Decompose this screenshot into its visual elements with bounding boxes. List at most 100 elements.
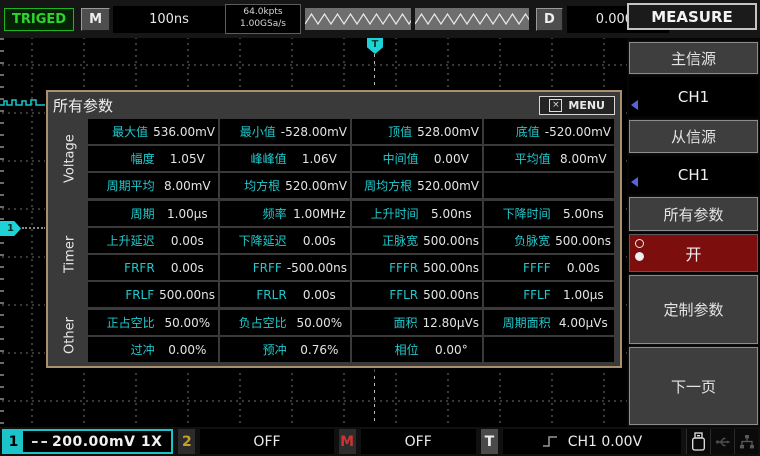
measure-cell: FFLR500.00ns	[352, 282, 482, 307]
measure-value: 8.00mV	[556, 152, 611, 166]
channel1-level-marker[interactable]: 1	[0, 221, 21, 236]
measure-label: FFLF	[487, 288, 556, 302]
channel1-scale: 200.00mV 1X	[52, 434, 162, 450]
measure-cell: FRLR0.00s	[220, 282, 350, 307]
measure-cell: 上升延迟0.00s	[88, 228, 218, 253]
channel1-status[interactable]: 1 200.00mV 1X	[2, 429, 173, 454]
measure-label: 频率	[223, 205, 292, 222]
horizontal-mode-button[interactable]: M	[81, 8, 110, 31]
measure-label: 均方根	[223, 177, 285, 194]
measure-cell: 最小值-528.00mV	[220, 119, 350, 144]
measure-label: 下降时间	[487, 205, 556, 222]
trigger-badge[interactable]: T	[481, 429, 498, 454]
measure-label: 中间值	[355, 150, 424, 167]
measure-cell: 负占空比50.00%	[220, 310, 350, 335]
measure-value: 0.76%	[292, 343, 347, 357]
measure-cell: 周期1.00μs	[88, 201, 218, 226]
trigger-status[interactable]: CH1 0.00V	[503, 429, 681, 454]
measure-value: -500.00ns	[287, 261, 347, 275]
menu-main-source-value[interactable]: CH1	[629, 77, 758, 117]
measure-cell: 下降时间5.00ns	[484, 201, 614, 226]
top-status-bar: TRIGED M 100ns 64.0kpts 1.00GSa/s D 0.00…	[0, 0, 760, 38]
measure-label: FFFF	[487, 261, 556, 275]
menu-all-params-button[interactable]: 所有参数	[629, 197, 758, 231]
menu-next-page-button[interactable]: 下一页	[629, 347, 758, 425]
measure-cell: 最大值536.00mV	[88, 119, 218, 144]
chevron-left-icon	[631, 177, 638, 187]
measure-label: FRFF	[223, 261, 287, 275]
menu-slave-source-value[interactable]: CH1	[629, 156, 758, 194]
menu-main-source-button[interactable]: 主信源	[629, 42, 758, 74]
measure-value: 0.00°	[424, 343, 479, 357]
trigger-status-badge: TRIGED	[4, 8, 74, 31]
math-badge[interactable]: M	[339, 429, 356, 454]
measure-cell: 中间值0.00V	[352, 146, 482, 171]
measure-cell: FFLF1.00μs	[484, 282, 614, 307]
measure-cell: FFFF0.00s	[484, 255, 614, 280]
measure-value: 50.00%	[292, 316, 347, 330]
measure-label: 峰峰值	[223, 150, 292, 167]
measure-label: 周期平均	[91, 177, 160, 194]
lan-icon	[734, 429, 758, 454]
menu-all-params-state[interactable]: 开	[629, 234, 758, 272]
measure-label: 正占空比	[91, 314, 160, 331]
channel2-badge[interactable]: 2	[178, 429, 195, 454]
measure-value: 0.00s	[160, 261, 215, 275]
waveform-preview-left	[305, 8, 411, 30]
measure-label: FFFR	[355, 261, 423, 275]
measure-cell	[484, 173, 614, 198]
measure-cell: FFFR500.00ns	[352, 255, 482, 280]
measure-cell: 顶值528.00mV	[352, 119, 482, 144]
measure-label: 最小值	[223, 123, 281, 140]
measure-label: 幅度	[91, 150, 160, 167]
measure-label: 平均值	[487, 150, 556, 167]
measure-label: 周期	[91, 205, 160, 222]
measure-value: -528.00mV	[281, 125, 347, 139]
measure-cell: 下降延迟0.00s	[220, 228, 350, 253]
measure-section: Timer周期1.00μs频率1.00MHz上升时间5.00ns下降时间5.00…	[54, 201, 614, 307]
measure-value: 0.00s	[292, 288, 347, 302]
delay-button[interactable]: D	[536, 8, 563, 31]
channel2-status[interactable]: OFF	[200, 429, 333, 454]
bottom-status-bar: 1 200.00mV 1X 2 OFF M OFF T CH1 0.00V	[0, 427, 760, 456]
measure-value: 0.00%	[160, 343, 215, 357]
measure-cell: 过冲0.00%	[88, 337, 218, 362]
dialog-title: 所有参数	[53, 95, 113, 116]
usb-host-icon	[710, 429, 734, 454]
measure-label: 周均方根	[355, 177, 417, 194]
section-label: Voltage	[54, 119, 86, 198]
all-parameters-dialog: 所有参数 × MENU Voltage最大值536.00mV最小值-528.00…	[46, 90, 622, 368]
menu-slave-source-button[interactable]: 从信源	[629, 120, 758, 153]
measure-value: 0.00V	[424, 152, 479, 166]
measure-label: 顶值	[355, 123, 417, 140]
measure-value: 0.00s	[292, 234, 347, 248]
waveform-preview	[305, 8, 529, 30]
measure-value: 1.00μs	[160, 207, 215, 221]
measure-label: FRFR	[91, 261, 160, 275]
measure-value: 500.00ns	[423, 288, 479, 302]
dialog-titlebar: 所有参数 × MENU	[48, 92, 620, 118]
measure-value: 0.00s	[160, 234, 215, 248]
math-status[interactable]: OFF	[361, 429, 476, 454]
main-source-value-text: CH1	[678, 88, 709, 106]
measure-label: 上升延迟	[91, 232, 160, 249]
measure-section: Voltage最大值536.00mV最小值-528.00mV顶值528.00mV…	[54, 119, 614, 198]
measure-value: 536.00mV	[153, 125, 215, 139]
sample-rate: 1.00GSa/s	[226, 19, 300, 31]
status-icons	[686, 429, 758, 454]
measure-label: 底值	[487, 123, 545, 140]
memory-depth: 64.0kpts	[226, 7, 300, 19]
dc-coupling-icon	[32, 441, 47, 443]
trigger-position-marker[interactable]: T	[367, 38, 383, 54]
measure-cell: 底值-520.00mV	[484, 119, 614, 144]
measure-value: 1.06V	[292, 152, 347, 166]
channel1-badge: 1	[4, 431, 23, 452]
measure-label: 负占空比	[223, 314, 292, 331]
measure-label: FRLR	[223, 288, 292, 302]
measure-cell: 频率1.00MHz	[220, 201, 350, 226]
dialog-menu-button[interactable]: × MENU	[539, 96, 615, 115]
menu-custom-params-button[interactable]: 定制参数	[629, 275, 758, 344]
waveform-grid: T 1 所有参数 × MENU Voltage最大值536.00mV最小值-52…	[0, 38, 627, 427]
measure-label: 相位	[355, 341, 424, 358]
all-params-state-text: 开	[685, 241, 701, 265]
